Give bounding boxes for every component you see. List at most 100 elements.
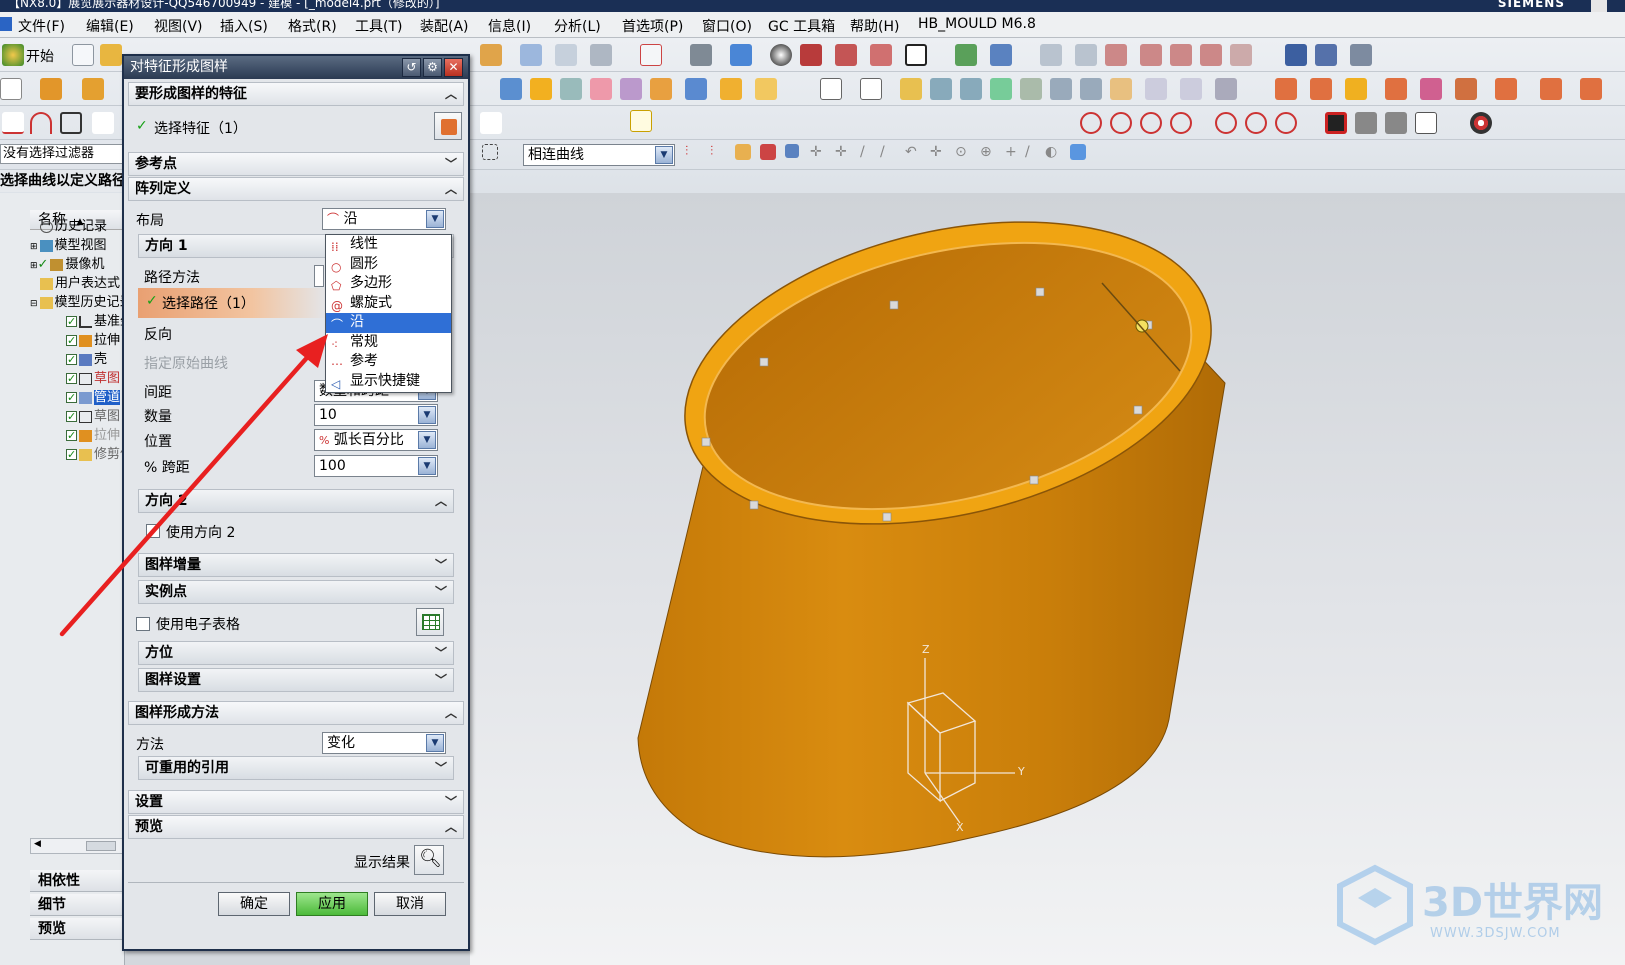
apply-button[interactable]: 应用 <box>296 892 368 916</box>
wheel-icon[interactable] <box>1470 112 1492 134</box>
visibility-checkbox[interactable] <box>66 331 77 350</box>
menu-assembly[interactable]: 装配(A) <box>420 16 469 36</box>
mold9-icon[interactable] <box>1580 78 1602 100</box>
menu-info[interactable]: 信息(I) <box>488 16 531 36</box>
dependencies-panel[interactable]: 相依性 <box>30 870 125 892</box>
chevron-down-icon[interactable]: ▼ <box>655 146 673 164</box>
snap15-icon[interactable]: / <box>1025 144 1047 166</box>
use-direction2-checkbox[interactable] <box>146 524 160 538</box>
curve2-icon[interactable] <box>860 78 882 100</box>
menu-help[interactable]: 帮助(H) <box>850 16 899 36</box>
layout-option-reference[interactable]: ⋯ 参考 <box>326 352 451 372</box>
database-icon[interactable] <box>1285 44 1307 66</box>
tree-item-model-history[interactable]: ⊟ 模型历史记录 <box>30 293 125 312</box>
pattern-increment-header[interactable]: 图样增量 ﹀ <box>138 553 454 577</box>
tree-item-model-views[interactable]: ⊞ 模型视图 <box>30 236 125 255</box>
surface4-icon[interactable] <box>990 78 1012 100</box>
preview-panel[interactable]: 预览 <box>30 918 125 940</box>
chevron-down-icon[interactable]: ▼ <box>418 406 436 424</box>
curve-tool-icon[interactable] <box>480 112 502 134</box>
menu-format[interactable]: 格式(R) <box>288 16 337 36</box>
start-button[interactable]: 开始 <box>26 46 54 66</box>
surface6-icon[interactable] <box>1050 78 1072 100</box>
minimize-button[interactable] <box>1591 0 1607 12</box>
menu-insert[interactable]: 插入(S) <box>220 16 268 36</box>
surface3-icon[interactable] <box>960 78 982 100</box>
spreadsheet-button[interactable] <box>416 608 444 636</box>
settings-icon[interactable] <box>1350 44 1372 66</box>
tree-item-extrude-1[interactable]: 拉伸 <box>30 331 125 350</box>
surface-icon[interactable] <box>900 78 922 100</box>
reverse-label[interactable]: 反向 <box>144 324 172 344</box>
red-cube3-icon[interactable] <box>870 44 892 66</box>
line-icon[interactable] <box>2 112 24 134</box>
chain-icon[interactable] <box>630 110 652 132</box>
span-input[interactable]: 100 ▼ <box>314 455 438 477</box>
surface2-icon[interactable] <box>930 78 952 100</box>
snap-icon[interactable] <box>590 44 612 66</box>
tree-item-sketch-2[interactable]: 草图 <box>30 407 125 426</box>
analysis7-icon[interactable] <box>1230 44 1252 66</box>
snap11-icon[interactable]: ✛ <box>930 144 952 166</box>
feature2-icon[interactable] <box>530 78 552 100</box>
feature8-icon[interactable] <box>720 78 742 100</box>
surface10-icon[interactable] <box>1180 78 1202 100</box>
menu-preferences[interactable]: 首选项(P) <box>622 16 683 36</box>
snap14-icon[interactable]: + <box>1005 144 1027 166</box>
film-icon[interactable] <box>1355 112 1377 134</box>
visibility-checkbox[interactable] <box>66 445 77 464</box>
gear-icon[interactable]: ⚙ <box>423 58 442 77</box>
doc-icon[interactable] <box>1415 112 1437 134</box>
circle-tool3-icon[interactable] <box>1140 112 1162 134</box>
close-icon[interactable]: ✕ <box>444 58 463 77</box>
snap3-icon[interactable] <box>735 144 751 160</box>
new-file-icon[interactable] <box>72 44 94 66</box>
visibility-checkbox[interactable] <box>66 426 77 445</box>
chevron-down-icon[interactable]: ▼ <box>426 734 444 752</box>
menu-tools[interactable]: 工具(T) <box>355 16 402 36</box>
count-input[interactable]: 10 ▼ <box>314 404 438 426</box>
surface11-icon[interactable] <box>1215 78 1237 100</box>
chevron-down-icon[interactable]: ▼ <box>418 431 436 449</box>
tree-item-sketch-1[interactable]: 草图 <box>30 369 125 388</box>
sketch-icon[interactable] <box>0 78 22 100</box>
menu-edit[interactable]: 编辑(E) <box>86 16 134 36</box>
expand-icon[interactable]: ⊞ <box>30 261 38 271</box>
layout-option-circular[interactable]: ○ 圆形 <box>326 255 451 275</box>
cube-view-icon[interactable] <box>730 44 752 66</box>
part-icon[interactable] <box>480 44 502 66</box>
surface8-icon[interactable] <box>1110 78 1132 100</box>
tree-item-tube[interactable]: 管道 <box>30 388 125 407</box>
instance-points-header[interactable]: 实例点 ﹀ <box>138 580 454 604</box>
surface7-icon[interactable] <box>1080 78 1102 100</box>
cancel-button[interactable]: 取消 <box>374 892 446 916</box>
section-preview-header[interactable]: 预览 ︿ <box>128 815 464 839</box>
tree-item-user-expressions[interactable]: 用户表达式 <box>30 274 125 293</box>
surface9-icon[interactable] <box>1145 78 1167 100</box>
tool-icon[interactable] <box>1315 44 1337 66</box>
layout-option-linear[interactable]: ⁞⁞ 线性 <box>326 235 451 255</box>
pattern-settings-header[interactable]: 图样设置 ﹀ <box>138 668 454 692</box>
layer-icon[interactable] <box>520 44 542 66</box>
layout-option-along[interactable]: ⌒ 沿 <box>326 313 451 333</box>
use-spreadsheet-checkbox[interactable] <box>136 617 150 631</box>
snap10-icon[interactable]: ↶ <box>905 144 927 166</box>
visibility-checkbox[interactable] <box>66 350 77 369</box>
direction2-header[interactable]: 方向 2 ︿ <box>138 489 454 513</box>
details-panel[interactable]: 细节 <box>30 894 125 916</box>
section-settings-header[interactable]: 设置 ﹀ <box>128 790 464 814</box>
orientation-header[interactable]: 方位 ﹀ <box>138 641 454 665</box>
snap7-icon[interactable]: ✛ <box>835 144 857 166</box>
app-menu-icon[interactable] <box>0 17 12 31</box>
visibility-checkbox[interactable] <box>66 407 77 426</box>
section-method-header[interactable]: 图样形成方法 ︿ <box>128 701 464 725</box>
snap4-icon[interactable] <box>760 144 776 160</box>
select-box-icon[interactable] <box>482 144 498 160</box>
circle-tool5-icon[interactable] <box>1215 112 1237 134</box>
revolve-icon[interactable] <box>82 78 104 100</box>
expand-icon[interactable]: ⊞ <box>30 242 38 252</box>
analysis1-icon[interactable] <box>1040 44 1062 66</box>
menu-gc-toolbox[interactable]: GC 工具箱 <box>768 16 835 36</box>
snap6-icon[interactable]: ✛ <box>810 144 832 166</box>
section-refpoint-header[interactable]: 参考点 ﹀ <box>128 152 464 176</box>
